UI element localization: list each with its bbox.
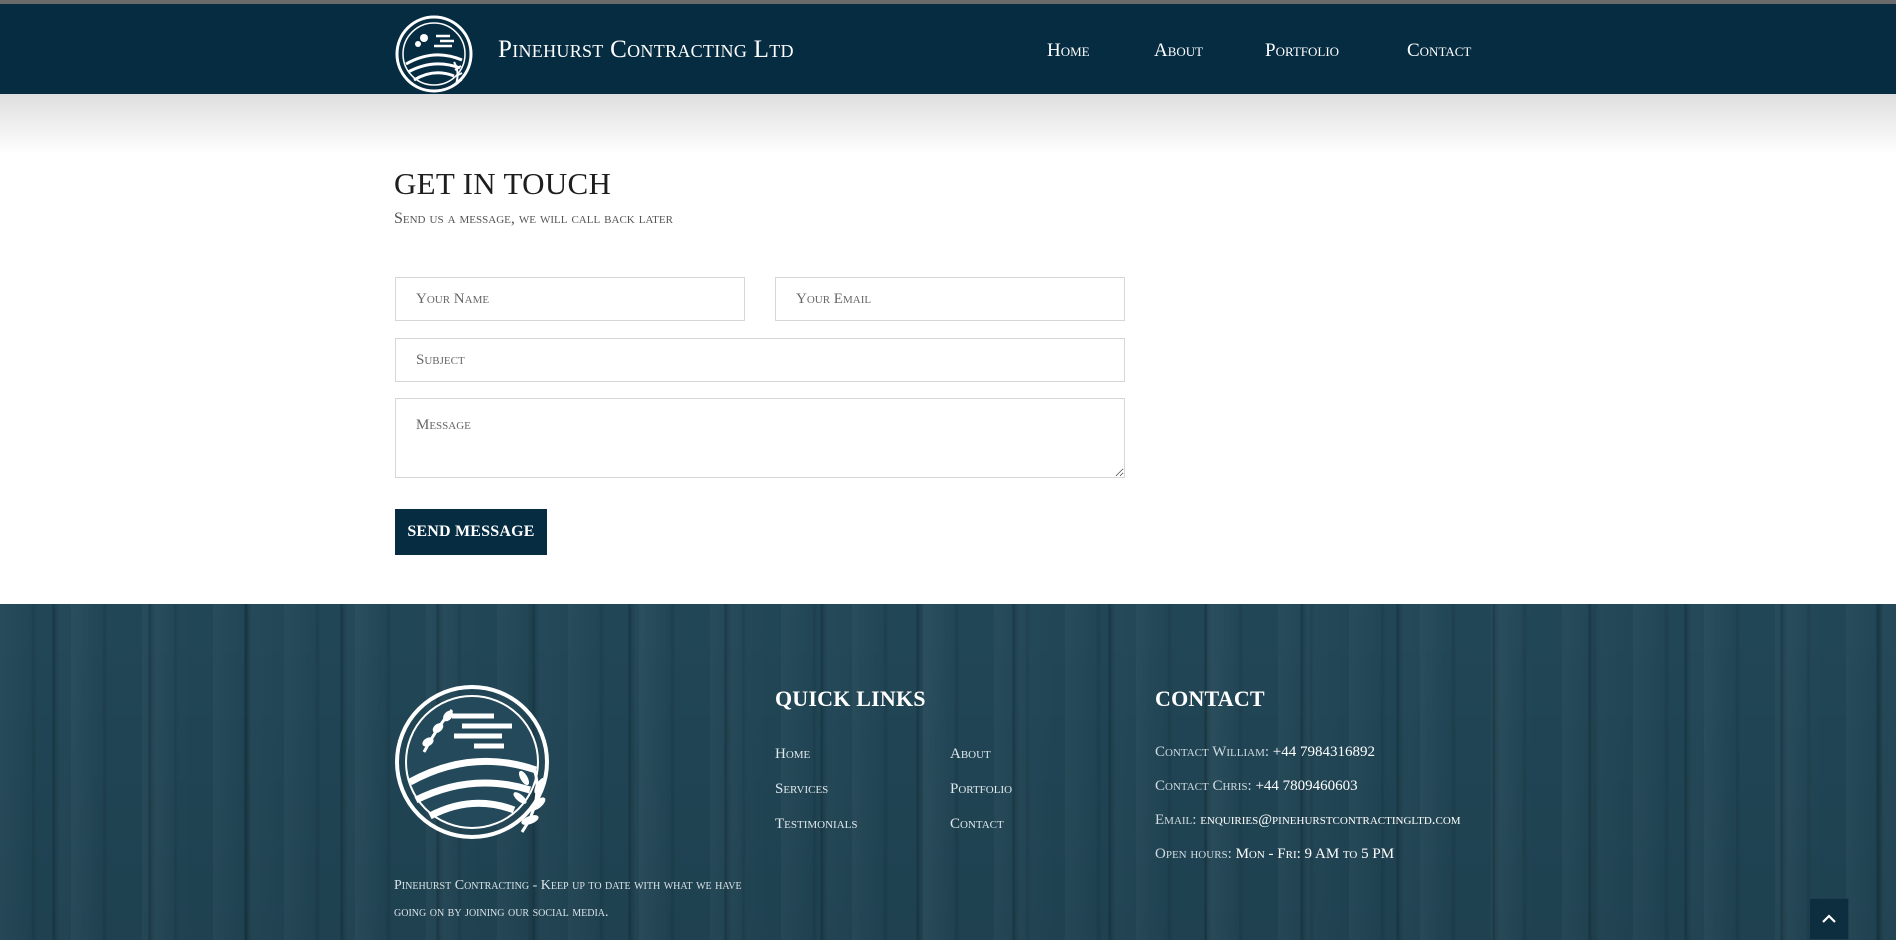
contact-label: Contact Chris:: [1155, 778, 1252, 794]
subject-input[interactable]: [395, 338, 1125, 382]
quick-links-heading: QUICK LINKS: [775, 686, 926, 711]
site-header: Pinehurst Contracting Ltd Home About Por…: [0, 4, 1896, 94]
footer-about-text: Pinehurst Contracting - Keep up to date …: [394, 878, 742, 920]
page-title: GET IN TOUCH: [394, 166, 612, 201]
phone-chris[interactable]: +44 7809460603: [1255, 778, 1357, 794]
contact-label: Email:: [1155, 812, 1197, 828]
nav-about[interactable]: About: [1154, 40, 1203, 62]
footer-link-services[interactable]: Services: [775, 781, 828, 798]
contact-chris: Contact Chris: +44 7809460603: [1155, 778, 1358, 795]
contact-heading: CONTACT: [1155, 686, 1265, 711]
nav-contact[interactable]: Contact: [1407, 40, 1471, 62]
name-input[interactable]: [395, 277, 745, 321]
nav-home[interactable]: Home: [1047, 40, 1090, 62]
main-nav: Home About Portfolio Contact: [0, 40, 1896, 70]
scroll-to-top-button[interactable]: [1809, 898, 1849, 940]
chevron-up-icon: [1822, 914, 1836, 923]
contact-email: Email: enquiries@pinehurstcontractingltd…: [1155, 812, 1461, 829]
email-input[interactable]: [775, 277, 1125, 321]
open-hours: Mon - Fri: 9 AM to 5 PM: [1235, 846, 1395, 862]
site-footer: [0, 604, 1896, 940]
email-address[interactable]: enquiries@pinehurstcontractingltd.com: [1200, 812, 1460, 828]
phone-william[interactable]: +44 7984316892: [1273, 744, 1375, 760]
footer-link-testimonials[interactable]: Testimonials: [775, 816, 858, 833]
page-subtitle: Send us a message, we will call back lat…: [394, 210, 673, 227]
message-textarea[interactable]: [395, 398, 1125, 478]
footer-link-home[interactable]: Home: [775, 746, 810, 763]
landscape-logo-icon: [395, 685, 549, 839]
contact-label: Open hours:: [1155, 846, 1232, 862]
header-shadow: [0, 94, 1896, 154]
contact-william: Contact William: +44 7984316892: [1155, 744, 1375, 761]
footer-link-about[interactable]: About: [950, 746, 991, 763]
footer-link-contact[interactable]: Contact: [950, 816, 1004, 833]
footer-link-portfolio[interactable]: Portfolio: [950, 781, 1012, 798]
nav-portfolio[interactable]: Portfolio: [1265, 40, 1339, 62]
send-message-button[interactable]: SEND MESSAGE: [395, 509, 547, 555]
contact-label: Contact William:: [1155, 744, 1270, 760]
contact-hours: Open hours: Mon - Fri: 9 AM to 5 PM: [1155, 846, 1394, 863]
